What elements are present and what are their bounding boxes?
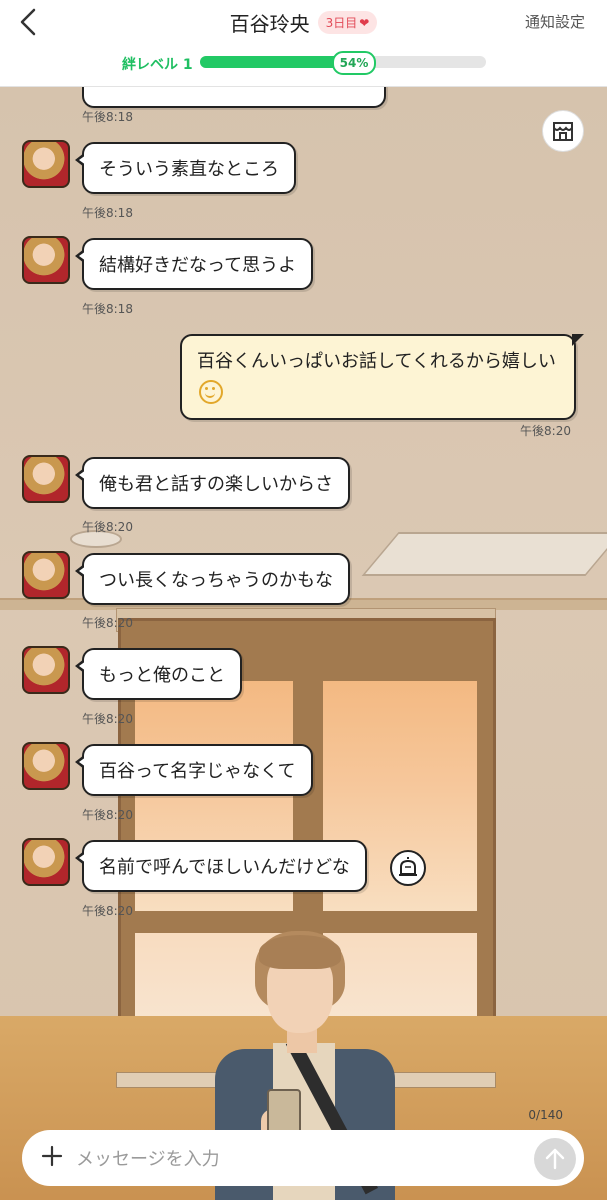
- alarm-icon[interactable]: [390, 850, 426, 886]
- incoming-message-bubble: 結構好きだなって思うよ: [74, 238, 314, 290]
- message-input[interactable]: [74, 1140, 518, 1178]
- title-row: 百谷玲央 3日目 ❤: [0, 8, 607, 37]
- incoming-message-bubble: もっと俺のこと: [75, 648, 242, 700]
- avatar[interactable]: [22, 742, 70, 790]
- bond-percent-badge: 54%: [332, 51, 376, 75]
- avatar[interactable]: [22, 646, 70, 694]
- plus-icon[interactable]: [40, 1144, 64, 1168]
- avatar[interactable]: [22, 455, 70, 503]
- message-time: 午後8:20: [82, 904, 133, 918]
- bond-level-label: 絆レベル 1: [122, 57, 193, 73]
- day-badge: 3日目 ❤: [317, 11, 378, 34]
- avatar[interactable]: [22, 236, 70, 284]
- arrow-up-icon: [545, 1148, 565, 1170]
- character-fringe: [259, 935, 341, 969]
- outgoing-message-text: 百谷くんいっぱいお話してくれるから嬉しい: [197, 351, 556, 372]
- message-composer: [22, 1130, 584, 1186]
- avatar[interactable]: [22, 551, 70, 599]
- chat-header: 百谷玲央 3日目 ❤ 通知設定 絆レベル 1 54%: [0, 0, 607, 87]
- page-title: 百谷玲央: [229, 12, 310, 36]
- incoming-message-bubble: そういう素直なところ: [75, 142, 296, 194]
- message-time: 午後8:18: [82, 110, 133, 124]
- message-time: 午後8:20: [82, 712, 133, 726]
- message-time: 午後8:18: [82, 206, 133, 220]
- send-button[interactable]: [534, 1138, 576, 1180]
- message-time: 午後8:20: [82, 616, 133, 630]
- notification-settings-link[interactable]: 通知設定: [525, 11, 585, 32]
- heart-icon: ❤: [359, 16, 370, 30]
- message-time: 午後8:20: [520, 424, 571, 438]
- message-time: 午後8:20: [82, 520, 133, 534]
- character-counter: 0/140: [528, 1108, 563, 1122]
- alarm-glyph: [399, 857, 417, 876]
- shop-button[interactable]: [542, 110, 584, 152]
- day-badge-label: 3日目: [325, 16, 358, 30]
- smiley-icon: [199, 380, 223, 404]
- outgoing-message-bubble: 百谷くんいっぱいお話してくれるから嬉しい: [180, 334, 584, 420]
- incoming-message-bubble: 俺も君と話すの楽しいからさ: [75, 457, 350, 509]
- incoming-message-bubble: 名前で呼んでほしいんだけどな: [75, 840, 367, 892]
- ceiling-light-panel: [361, 532, 607, 576]
- avatar[interactable]: [22, 140, 70, 188]
- avatar[interactable]: [22, 838, 70, 886]
- message-time: 午後8:20: [82, 808, 133, 822]
- shop-icon: [553, 122, 573, 141]
- message-time: 午後8:18: [82, 302, 133, 316]
- incoming-message-bubble: 百谷って名字じゃなくて: [75, 744, 313, 796]
- incoming-message-bubble: つい長くなっちゃうのかもな: [75, 553, 350, 605]
